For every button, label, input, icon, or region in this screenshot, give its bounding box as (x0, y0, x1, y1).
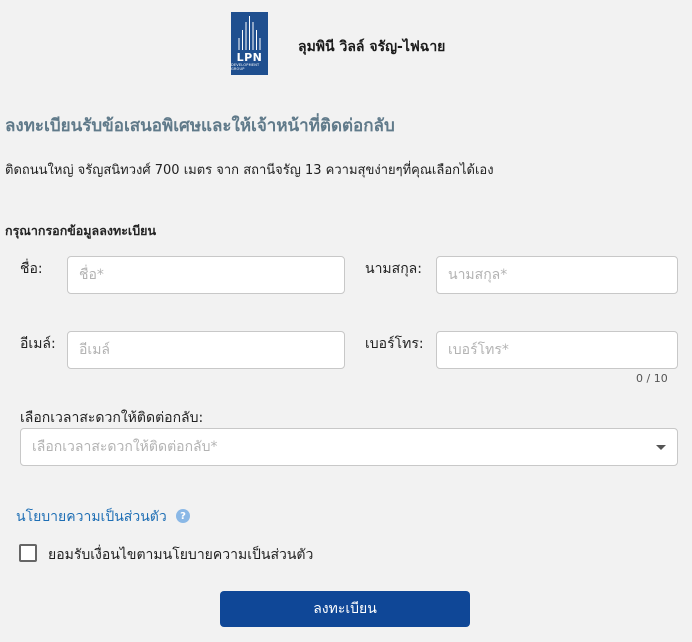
phone-label: เบอร์โทร: (365, 336, 424, 352)
email-input[interactable] (67, 331, 345, 369)
privacy-policy-link[interactable]: นโยบายความเป็นส่วนตัว (16, 506, 167, 528)
first-name-label: ชื่อ: (20, 261, 43, 277)
last-name-input[interactable] (436, 256, 678, 294)
page-title: ลงทะเบียนรับข้อเสนอพิเศษและให้เจ้าหน้าที… (5, 116, 395, 136)
page-subtitle: ติดถนนใหญ่ จรัญสนิทวงศ์ 700 เมตร จาก สถา… (5, 163, 494, 178)
consent-label: ยอมรับเงื่อนไขตามนโยบายความเป็นส่วนตัว (48, 547, 314, 563)
email-label: อีเมล์: (20, 336, 56, 352)
consent-checkbox[interactable] (19, 544, 37, 562)
contact-time-label: เลือกเวลาสะดวกให้ติดต่อกลับ: (20, 410, 204, 426)
lpn-logo: LPN DEVELOPMENT GROUP (231, 12, 268, 75)
phone-input[interactable] (436, 331, 678, 369)
dropdown-arrow-icon (656, 444, 666, 450)
last-name-label: นามสกุล: (365, 261, 422, 277)
building-icon (238, 16, 261, 50)
register-button[interactable]: ลงทะเบียน (220, 591, 470, 627)
header: LPN DEVELOPMENT GROUP ลุมพินี วิลล์ จรัญ… (0, 0, 692, 88)
contact-time-select[interactable]: เลือกเวลาสะดวกให้ติดต่อกลับ* (20, 428, 678, 466)
contact-time-placeholder: เลือกเวลาสะดวกให้ติดต่อกลับ* (32, 439, 218, 455)
form-section-label: กรุณากรอกข้อมูลลงทะเบียน (5, 223, 157, 238)
logo-subtext: DEVELOPMENT GROUP (231, 63, 260, 71)
project-name: ลุมพินี วิลล์ จรัญ-ไฟฉาย (298, 39, 446, 55)
phone-char-counter: 0 / 10 (636, 372, 668, 385)
logo-text: LPN (236, 51, 263, 64)
first-name-input[interactable] (67, 256, 345, 294)
help-icon[interactable]: ? (176, 509, 190, 523)
